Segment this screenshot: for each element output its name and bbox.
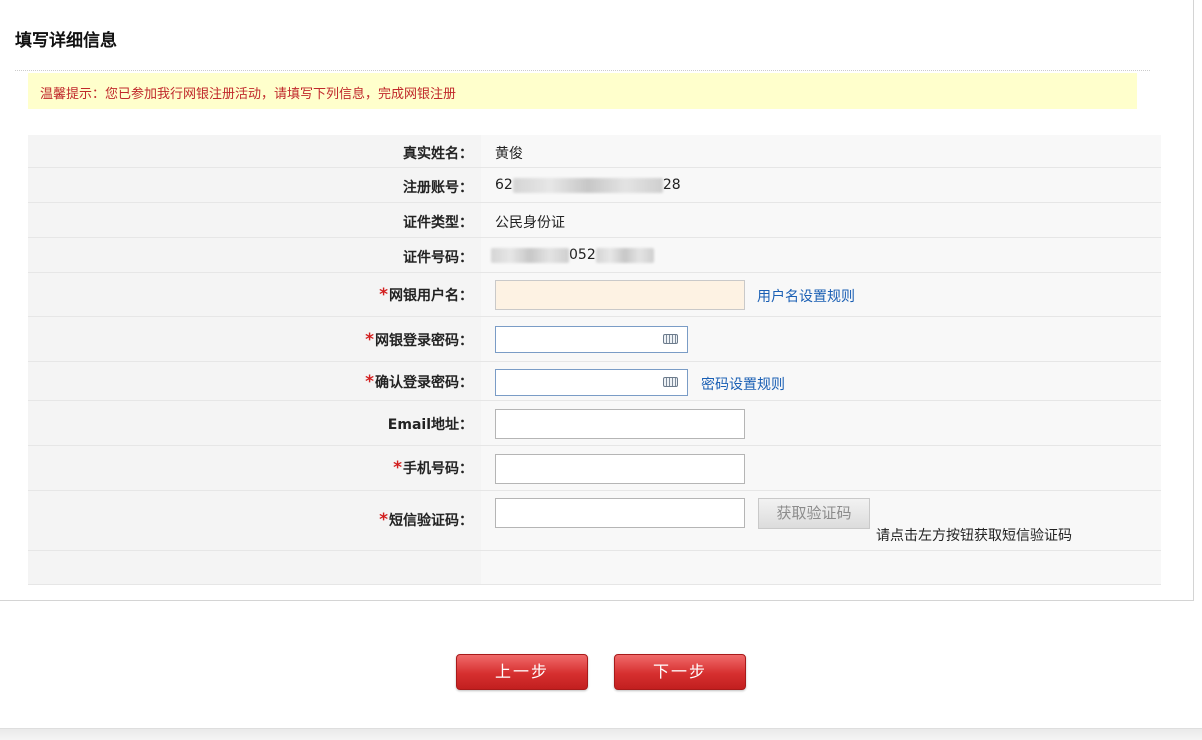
id-type-value: 公民身份证 <box>495 215 565 231</box>
id-number-middle: 052 <box>569 247 596 263</box>
row-confirm-password: *确认登录密码： 密码设置规则 <box>28 362 1161 401</box>
form-panel: 填写详细信息 温馨提示：您已参加我行网银注册活动，请填写下列信息，完成网银注册 … <box>0 0 1194 601</box>
keyboard-icon[interactable] <box>663 377 678 387</box>
row-account: 注册账号： 62 28 <box>28 168 1161 203</box>
mobile-label: *手机号码： <box>393 458 473 478</box>
username-input[interactable] <box>495 280 745 310</box>
notice-banner: 温馨提示：您已参加我行网银注册活动，请填写下列信息，完成网银注册 <box>28 73 1137 109</box>
required-mark: * <box>379 285 388 305</box>
row-id-number: 证件号码： 052 <box>28 238 1161 273</box>
sms-code-hint: 请点击左方按钮获取短信验证码 <box>876 528 1072 544</box>
row-id-type: 证件类型： 公民身份证 <box>28 203 1161 238</box>
email-input[interactable] <box>495 409 745 439</box>
id-type-label: 证件类型： <box>403 215 473 231</box>
mobile-input[interactable] <box>495 454 745 484</box>
id-number-label: 证件号码： <box>403 250 473 266</box>
real-name-label: 真实姓名： <box>403 146 473 162</box>
sms-code-input[interactable] <box>495 498 745 528</box>
row-login-password: *网银登录密码： <box>28 317 1161 362</box>
login-password-input[interactable] <box>495 326 688 353</box>
required-mark: * <box>393 458 402 478</box>
real-name-value: 黄俊 <box>495 146 523 162</box>
row-email: Email地址： <box>28 401 1161 446</box>
confirm-password-label: *确认登录密码： <box>365 372 473 392</box>
notice-text: 温馨提示：您已参加我行网银注册活动，请填写下列信息，完成网银注册 <box>40 87 457 102</box>
id-number-value: 052 <box>491 247 654 263</box>
required-mark: * <box>365 330 374 350</box>
login-password-label: *网银登录密码： <box>365 330 473 350</box>
sms-code-label: *短信验证码： <box>379 510 473 530</box>
username-rule-link[interactable]: 用户名设置规则 <box>757 286 855 306</box>
row-mobile: *手机号码： <box>28 446 1161 491</box>
required-mark: * <box>365 372 374 392</box>
password-rule-link[interactable]: 密码设置规则 <box>701 374 785 394</box>
footer-bar <box>0 728 1202 740</box>
get-sms-code-button[interactable]: 获取验证码 <box>758 498 870 529</box>
row-username: *网银用户名： 用户名设置规则 <box>28 273 1161 317</box>
account-masked-digits <box>512 177 663 193</box>
row-sms-code: *短信验证码： 获取验证码 请点击左方按钮获取短信验证码 <box>28 491 1161 551</box>
username-label: *网银用户名： <box>379 285 473 305</box>
account-label: 注册账号： <box>403 180 473 196</box>
id-number-masked-end <box>595 247 654 263</box>
keyboard-icon[interactable] <box>663 334 678 344</box>
account-suffix: 28 <box>662 177 681 193</box>
next-step-button[interactable]: 下一步 <box>614 654 746 690</box>
email-label: Email地址： <box>387 417 473 433</box>
registration-form: 真实姓名： 黄俊 注册账号： 62 28 证件类型： 公民身份证 证件号码： 05… <box>28 135 1161 585</box>
prev-step-button[interactable]: 上一步 <box>456 654 588 690</box>
confirm-password-input[interactable] <box>495 369 688 396</box>
page-title: 填写详细信息 <box>15 31 117 51</box>
row-empty <box>28 551 1161 585</box>
title-divider <box>15 70 1150 71</box>
account-prefix: 62 <box>495 177 513 193</box>
required-mark: * <box>379 510 388 530</box>
id-number-masked-start <box>491 247 569 263</box>
account-value: 62 28 <box>495 177 681 193</box>
row-real-name: 真实姓名： 黄俊 <box>28 135 1161 168</box>
